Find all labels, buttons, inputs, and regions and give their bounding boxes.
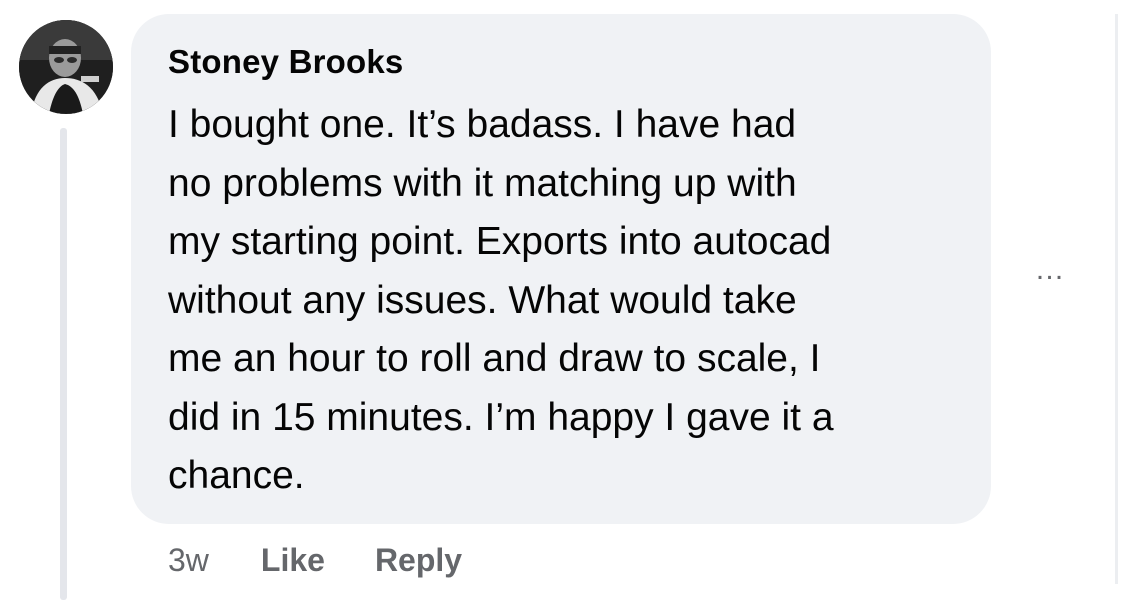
comment-author-name[interactable]: Stoney Brooks xyxy=(168,42,967,82)
avatar-photo-icon xyxy=(19,20,113,114)
comment-timestamp[interactable]: 3w xyxy=(168,542,209,579)
comment-actions: 3w Like Reply xyxy=(168,538,462,582)
reply-thread-line xyxy=(60,128,67,600)
comment-text-line: did in 15 minutes. I’m happy I gave it a xyxy=(168,395,834,439)
comment-bubble: Stoney Brooks I bought one. It’s badass.… xyxy=(131,14,991,524)
more-options-button[interactable]: … xyxy=(1024,250,1076,290)
comment-text-line: without any issues. What would take xyxy=(168,278,797,322)
more-options-icon: … xyxy=(1034,253,1066,286)
comment-text-line: I bought one. It’s badass. I have had xyxy=(168,103,797,146)
comment-text-line: my starting point. Exports into autocad xyxy=(168,220,832,263)
comment-text: I bought one. It’s badass. I have had no… xyxy=(168,96,968,506)
panel-divider xyxy=(1115,14,1118,584)
comment-text-line: no problems with it matching up with xyxy=(168,161,797,205)
comment-text-line: me an hour to roll and draw to scale, I xyxy=(168,337,821,380)
reply-button[interactable]: Reply xyxy=(375,542,462,579)
comment-text-line: chance. xyxy=(168,454,305,497)
like-button[interactable]: Like xyxy=(261,542,325,579)
avatar[interactable] xyxy=(19,20,113,114)
